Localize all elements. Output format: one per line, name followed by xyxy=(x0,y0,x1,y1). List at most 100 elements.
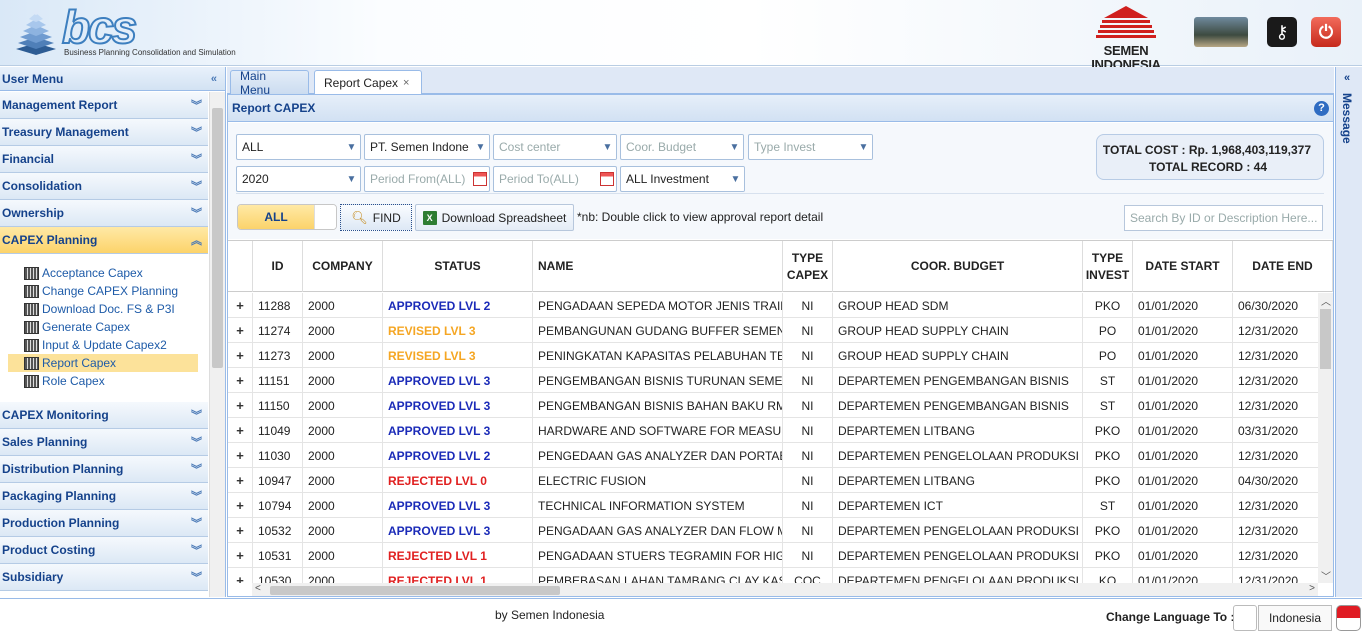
menu-group-treasury-management[interactable]: Treasury Management ︾ xyxy=(0,119,208,146)
filter-all[interactable]: ALL ▼ xyxy=(236,134,361,160)
sidebar-item-change-capex-planning[interactable]: Change CAPEX Planning xyxy=(8,282,198,300)
chevron-down-icon[interactable]: ▼ xyxy=(343,135,360,159)
expand-row-icon[interactable]: + xyxy=(228,293,253,318)
expand-left-icon[interactable]: « xyxy=(1344,72,1350,84)
filter-cost-center[interactable]: Cost center ▼ xyxy=(493,134,617,160)
filter-period-to-all[interactable]: Period To(ALL) xyxy=(493,166,617,192)
table-vertical-scrollbar[interactable]: ︿ ﹀ xyxy=(1318,293,1333,583)
chevron-down-icon[interactable]: ▼ xyxy=(599,135,616,159)
menu-group-subsidiary[interactable]: Subsidiary ︾ xyxy=(0,564,208,591)
chevron-down-icon[interactable]: ▼ xyxy=(726,135,743,159)
menu-group-ownership[interactable]: Ownership ︾ xyxy=(0,200,208,227)
filter-pt-semen-indone[interactable]: PT. Semen Indone ▼ xyxy=(364,134,490,160)
tab-main-menu[interactable]: Main Menu xyxy=(230,69,309,97)
scrollbar-thumb[interactable] xyxy=(212,108,223,368)
menu-group-production-planning[interactable]: Production Planning ︾ xyxy=(0,510,208,537)
find-button[interactable]: 🔍︎ FIND xyxy=(340,204,412,231)
sidebar-item-role-capex[interactable]: Role Capex xyxy=(8,372,198,390)
expand-row-icon[interactable]: + xyxy=(228,568,253,583)
sidebar-item-input-update-capex2[interactable]: Input & Update Capex2 xyxy=(8,336,198,354)
table-row[interactable]: +11049 2000 APPROVED LVL 3 HARDWARE AND SOF… xyxy=(228,418,1318,443)
power-icon[interactable]: ⏻ xyxy=(1311,17,1341,47)
close-tab-icon[interactable]: × xyxy=(403,77,409,89)
menu-group-capex-planning[interactable]: CAPEX Planning ︽ xyxy=(0,227,208,254)
sidebar-item-generate-capex[interactable]: Generate Capex xyxy=(8,318,198,336)
sidebar-item-download-doc-fs-p3i[interactable]: Download Doc. FS & P3I xyxy=(8,300,198,318)
menu-group-management-report[interactable]: Management Report ︾ xyxy=(0,92,208,119)
scrollbar-thumb[interactable] xyxy=(1320,309,1331,369)
indonesia-flag-icon[interactable] xyxy=(1336,605,1361,631)
table-row[interactable]: +11151 2000 APPROVED LVL 3 PENGEMBANGAN BIS… xyxy=(228,368,1318,393)
scroll-right-icon[interactable]: > xyxy=(1309,583,1315,594)
expand-row-icon[interactable]: + xyxy=(228,518,253,543)
search-input[interactable]: Search By ID or Description Here... xyxy=(1124,205,1323,231)
collapse-left-icon[interactable]: « xyxy=(211,73,217,85)
filter-2020[interactable]: 2020 ▼ xyxy=(236,166,361,192)
menu-group-packaging-planning[interactable]: Packaging Planning ︾ xyxy=(0,483,208,510)
menu-group-distribution-planning[interactable]: Distribution Planning ︾ xyxy=(0,456,208,483)
table-row[interactable]: +10794 2000 APPROVED LVL 3 TECHNICAL INFORM… xyxy=(228,493,1318,518)
calendar-icon[interactable] xyxy=(600,172,614,186)
scrollbar-thumb[interactable] xyxy=(270,586,560,595)
column-header-date-start[interactable]: DATE START xyxy=(1133,241,1233,292)
expand-row-icon[interactable]: + xyxy=(228,443,253,468)
chevron-down-icon[interactable]: ▼ xyxy=(343,167,360,191)
column-header-id[interactable]: ID xyxy=(253,241,303,292)
chevron-down-icon[interactable]: ▼ xyxy=(472,135,489,159)
all-toggle[interactable]: ALL xyxy=(237,204,337,230)
expand-column-header[interactable] xyxy=(228,241,253,292)
expand-row-icon[interactable]: + xyxy=(228,368,253,393)
expand-row-icon[interactable]: + xyxy=(228,318,253,343)
filter-period-from-all[interactable]: Period From(ALL) xyxy=(364,166,490,192)
table-horizontal-scrollbar[interactable]: < > xyxy=(252,583,1318,596)
scroll-up-icon[interactable]: ︿ xyxy=(1321,293,1331,308)
message-panel[interactable]: « Message xyxy=(1335,67,1362,597)
column-header-company[interactable]: COMPANY xyxy=(303,241,383,292)
table-row[interactable]: +10531 2000 REJECTED LVL 1 PENGADAAN STUERS… xyxy=(228,543,1318,568)
column-header-date-end[interactable]: DATE END xyxy=(1233,241,1333,292)
table-row[interactable]: +10530 2000 REJECTED LVL 1 PEMBEBASAN LAHAN… xyxy=(228,568,1318,583)
filter-all-investment[interactable]: ALL Investment ▼ xyxy=(620,166,745,192)
menu-group-financial[interactable]: Financial ︾ xyxy=(0,146,208,173)
table-row[interactable]: +11150 2000 APPROVED LVL 3 PENGEMBANGAN BIS… xyxy=(228,393,1318,418)
language-toggle[interactable] xyxy=(1233,605,1257,631)
column-header-status[interactable]: STATUS xyxy=(383,241,533,292)
chevron-down-icon[interactable]: ▼ xyxy=(727,167,744,191)
filter-coor-budget[interactable]: Coor. Budget ▼ xyxy=(620,134,744,160)
chevron-down-icon[interactable]: ▼ xyxy=(855,135,872,159)
column-header-type-capex[interactable]: TYPE CAPEX xyxy=(783,241,833,292)
help-icon[interactable]: ? xyxy=(1314,100,1329,116)
scroll-left-icon[interactable]: < xyxy=(255,583,261,594)
scroll-down-icon[interactable]: ﹀ xyxy=(1321,568,1331,583)
menu-group-sales-planning[interactable]: Sales Planning ︾ xyxy=(0,429,208,456)
expand-row-icon[interactable]: + xyxy=(228,493,253,518)
key-icon[interactable]: ⚷ xyxy=(1267,17,1297,47)
column-header-name[interactable]: NAME xyxy=(533,241,783,292)
table-row[interactable]: +11273 2000 REVISED LVL 3 PENINGKATAN KAPAS… xyxy=(228,343,1318,368)
column-header-type-invest[interactable]: TYPE INVEST xyxy=(1083,241,1133,292)
download-spreadsheet-button[interactable]: X Download Spreadsheet xyxy=(415,204,574,231)
expand-row-icon[interactable]: + xyxy=(228,393,253,418)
language-value[interactable]: Indonesia xyxy=(1258,605,1332,631)
sidebar-item-report-capex[interactable]: Report Capex xyxy=(8,354,198,372)
expand-row-icon[interactable]: + xyxy=(228,543,253,568)
menu-group-consolidation[interactable]: Consolidation ︾ xyxy=(0,173,208,200)
expand-row-icon[interactable]: + xyxy=(228,468,253,493)
calendar-icon[interactable] xyxy=(473,172,487,186)
sidebar-item-acceptance-capex[interactable]: Acceptance Capex xyxy=(8,264,198,282)
table-row[interactable]: +11274 2000 REVISED LVL 3 PEMBANGUNAN GUDAN… xyxy=(228,318,1318,343)
filter-type-invest[interactable]: Type Invest ▼ xyxy=(748,134,873,160)
sidebar-scrollbar[interactable] xyxy=(209,92,225,597)
user-photo[interactable] xyxy=(1194,17,1248,47)
tab-report-capex[interactable]: Report Capex × xyxy=(314,70,422,95)
table-row[interactable]: +10532 2000 APPROVED LVL 3 PENGADAAN GAS AN… xyxy=(228,518,1318,543)
toggle-knob[interactable] xyxy=(314,205,336,229)
table-row[interactable]: +11030 2000 APPROVED LVL 2 PENGEDAAN GAS AN… xyxy=(228,443,1318,468)
table-row[interactable]: +11288 2000 APPROVED LVL 2 PENGADAAN SEPEDA… xyxy=(228,293,1318,318)
menu-group-capex-monitoring[interactable]: CAPEX Monitoring ︾ xyxy=(0,402,208,429)
expand-row-icon[interactable]: + xyxy=(228,418,253,443)
column-header-coor-budget[interactable]: COOR. BUDGET xyxy=(833,241,1083,292)
table-row[interactable]: +10947 2000 REJECTED LVL 0 ELECTRIC FUSION N… xyxy=(228,468,1318,493)
expand-row-icon[interactable]: + xyxy=(228,343,253,368)
menu-group-product-costing[interactable]: Product Costing ︾ xyxy=(0,537,208,564)
